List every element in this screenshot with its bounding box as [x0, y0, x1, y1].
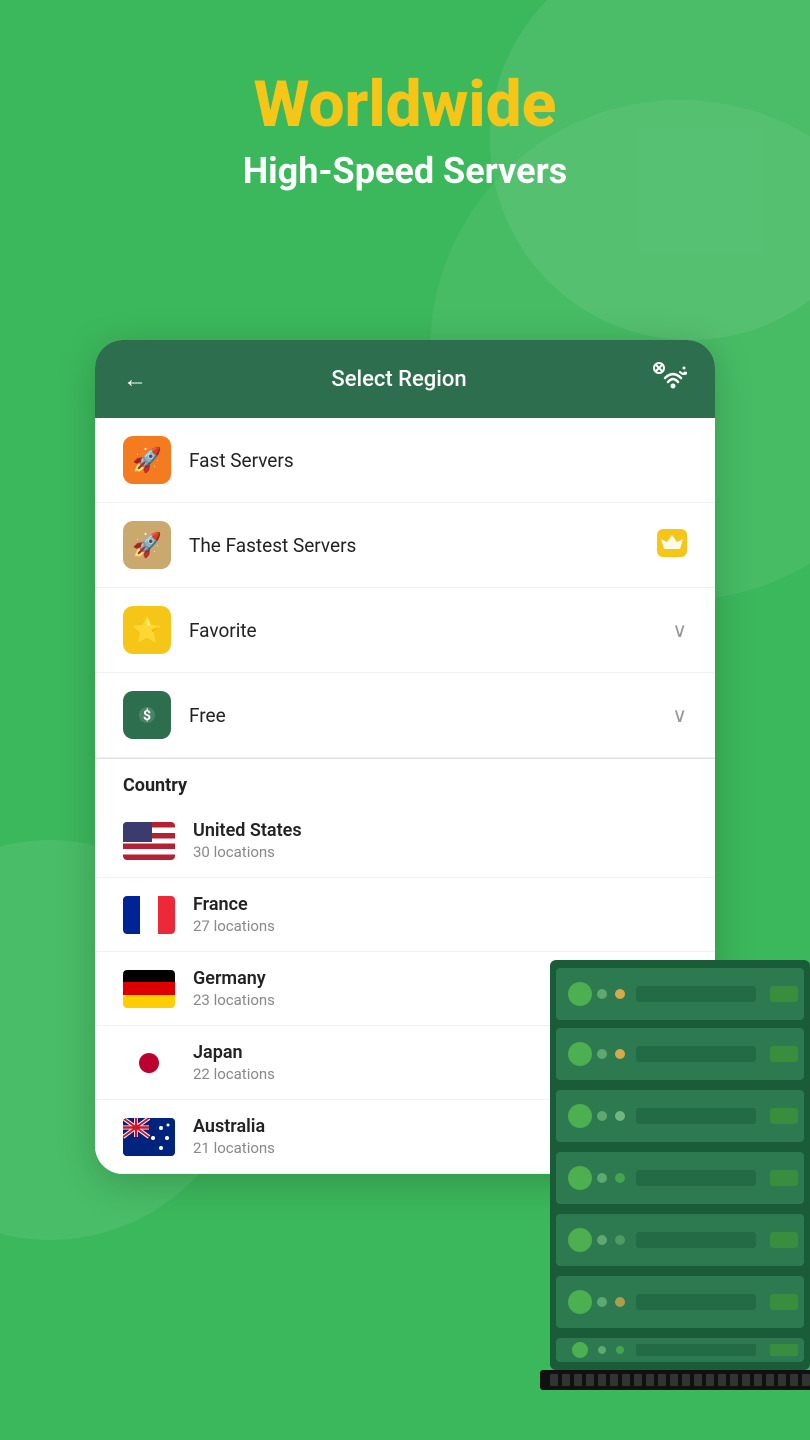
- card-header: ← Select Region: [95, 340, 715, 418]
- fastest-servers-label: The Fastest Servers: [189, 534, 657, 557]
- menu-item-free[interactable]: $ Free ∨: [95, 673, 715, 758]
- hero-subtitle: High-Speed Servers: [40, 150, 770, 193]
- flag-de-red: [123, 982, 175, 995]
- country-name-fr: France: [193, 894, 687, 915]
- favorite-icon: ⭐: [123, 606, 171, 654]
- country-locations-fr: 27 locations: [193, 917, 687, 935]
- country-locations-us: 30 locations: [193, 843, 687, 861]
- flag-fr-blue: [123, 896, 140, 934]
- hero-section: Worldwide High-Speed Servers: [0, 0, 810, 234]
- hero-title: Worldwide: [40, 70, 770, 140]
- flag-fr-white: [140, 896, 157, 934]
- flag-fr-red: [158, 896, 175, 934]
- free-chevron-icon: ∨: [672, 703, 687, 727]
- menu-item-fast-servers[interactable]: 🚀 Fast Servers: [95, 418, 715, 503]
- country-info-us: United States 30 locations: [193, 820, 687, 861]
- flag-us: [123, 822, 175, 860]
- wifi-search-icon: [651, 362, 687, 396]
- flag-de-gold: [123, 995, 175, 1008]
- country-item-fr[interactable]: France 27 locations: [95, 878, 715, 952]
- flag-de: [123, 970, 175, 1008]
- back-button[interactable]: ←: [123, 365, 147, 394]
- server-rack-illustration: [540, 960, 810, 1394]
- free-label: Free: [189, 704, 672, 727]
- flag-jp: [123, 1044, 175, 1082]
- free-icon: $: [123, 691, 171, 739]
- flag-jp-circle: [139, 1053, 159, 1073]
- favorite-chevron-icon: ∨: [672, 618, 687, 642]
- country-info-fr: France 27 locations: [193, 894, 687, 935]
- flag-fr: [123, 896, 175, 934]
- header-title: Select Region: [331, 367, 466, 392]
- menu-item-favorite[interactable]: ⭐ Favorite ∨: [95, 588, 715, 673]
- country-item-us[interactable]: United States 30 locations: [95, 804, 715, 878]
- menu-item-fastest-servers[interactable]: 🚀 The Fastest Servers: [95, 503, 715, 588]
- fast-servers-label: Fast Servers: [189, 449, 687, 472]
- menu-list: 🚀 Fast Servers 🚀 The Fastest Servers ⭐ F…: [95, 418, 715, 758]
- country-name-us: United States: [193, 820, 687, 841]
- country-section-label: Country: [95, 759, 715, 804]
- flag-de-black: [123, 970, 175, 983]
- flag-au: [123, 1118, 175, 1156]
- crown-icon: [657, 529, 687, 562]
- favorite-label: Favorite: [189, 619, 672, 642]
- fastest-servers-icon: 🚀: [123, 521, 171, 569]
- svg-text:$: $: [143, 707, 151, 724]
- fast-servers-icon: 🚀: [123, 436, 171, 484]
